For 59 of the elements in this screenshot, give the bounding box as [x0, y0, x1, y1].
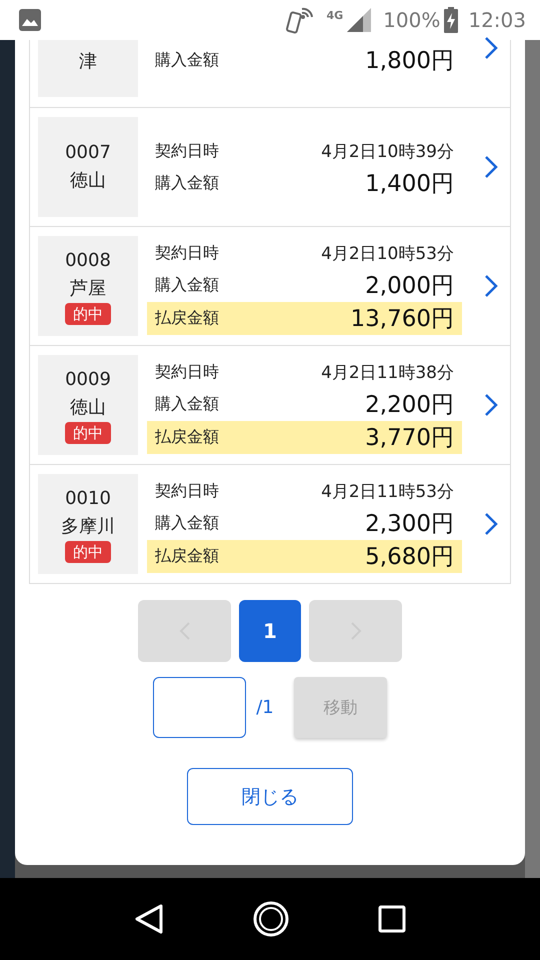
purchase-amount: 1,800円 — [365, 46, 454, 76]
recents-icon[interactable] — [378, 905, 406, 933]
chevron-right-icon — [484, 155, 498, 179]
battery-charging-icon — [444, 7, 458, 33]
back-icon[interactable] — [134, 903, 164, 935]
purchase-label: 購入金額 — [155, 394, 219, 415]
image-icon — [19, 9, 41, 31]
venue-name: 徳山 — [70, 396, 106, 420]
purchase-amount: 1,400円 — [365, 170, 454, 198]
purchase-amount: 2,200円 — [365, 391, 454, 420]
date-label: 契約日時 — [155, 362, 219, 383]
date-value: 4月2日10時39分 — [321, 140, 454, 162]
result-row[interactable]: 津 購入金額 1,800円 — [30, 40, 510, 107]
purchase-label: 購入金額 — [155, 50, 219, 70]
purchase-amount: 2,300円 — [365, 510, 454, 539]
hit-badge: 的中 — [65, 422, 111, 444]
payout-label: 払戻金額 — [155, 308, 219, 328]
race-number: 0007 — [65, 141, 111, 165]
date-value: 4月2日11時38分 — [321, 362, 454, 384]
venue-name: 津 — [79, 50, 97, 74]
date-label: 契約日時 — [155, 140, 219, 162]
payout-amount: 5,680円 — [365, 542, 454, 572]
venue-name: 徳山 — [70, 169, 106, 193]
payout-amount: 13,760円 — [350, 304, 454, 334]
payout-amount: 3,770円 — [365, 424, 454, 452]
date-label: 契約日時 — [155, 481, 219, 502]
home-icon[interactable] — [252, 901, 289, 937]
chevron-right-icon — [484, 393, 498, 417]
payout-label: 払戻金額 — [155, 546, 219, 566]
hit-badge: 的中 — [65, 303, 111, 325]
chevron-right-icon — [484, 274, 498, 298]
chevron-right-icon — [484, 512, 498, 536]
payout-label: 払戻金額 — [155, 426, 219, 448]
race-number: 0009 — [65, 368, 111, 392]
purchase-amount: 2,000円 — [365, 272, 454, 301]
page-total: /1 — [256, 697, 274, 718]
result-row[interactable]: 0007 徳山 契約日時 4月2日10時39分 購入金額 1,400円 — [30, 107, 510, 226]
clock: 12:03 — [468, 8, 526, 32]
purchase-label: 購入金額 — [155, 513, 219, 534]
purchase-label: 購入金額 — [155, 172, 219, 194]
date-value: 4月2日11時53分 — [321, 481, 454, 503]
result-row[interactable]: 0009 徳山 的中 契約日時 4月2日11時38分 購入金額 2,200円 払戻金額 3,770円 — [30, 345, 510, 464]
race-number: 0008 — [65, 249, 111, 273]
signal-icon — [347, 8, 372, 32]
battery-percent: 100% — [383, 8, 440, 32]
chevron-right-icon — [484, 36, 498, 60]
result-row[interactable]: 0010 多摩川 的中 契約日時 4月2日11時53分 購入金額 2,300円 払戻金額 5,680円 — [30, 464, 510, 583]
network-label: 4G — [326, 9, 344, 22]
page-button[interactable]: 1 — [239, 600, 301, 662]
date-value: 4月2日10時53分 — [321, 243, 454, 265]
race-number: 0010 — [65, 487, 111, 511]
venue-name: 多摩川 — [61, 515, 115, 539]
page-input-field[interactable] — [153, 677, 246, 738]
venue-name: 芦屋 — [70, 277, 106, 301]
result-row[interactable]: 0008 芦屋 的中 契約日時 4月2日10時53分 購入金額 2,000円 払戻金額 13,760円 — [30, 226, 510, 345]
purchase-label: 購入金額 — [155, 275, 219, 296]
date-label: 契約日時 — [155, 243, 219, 264]
hit-badge: 的中 — [65, 541, 111, 563]
close-button[interactable]: 閉じる — [187, 768, 353, 825]
